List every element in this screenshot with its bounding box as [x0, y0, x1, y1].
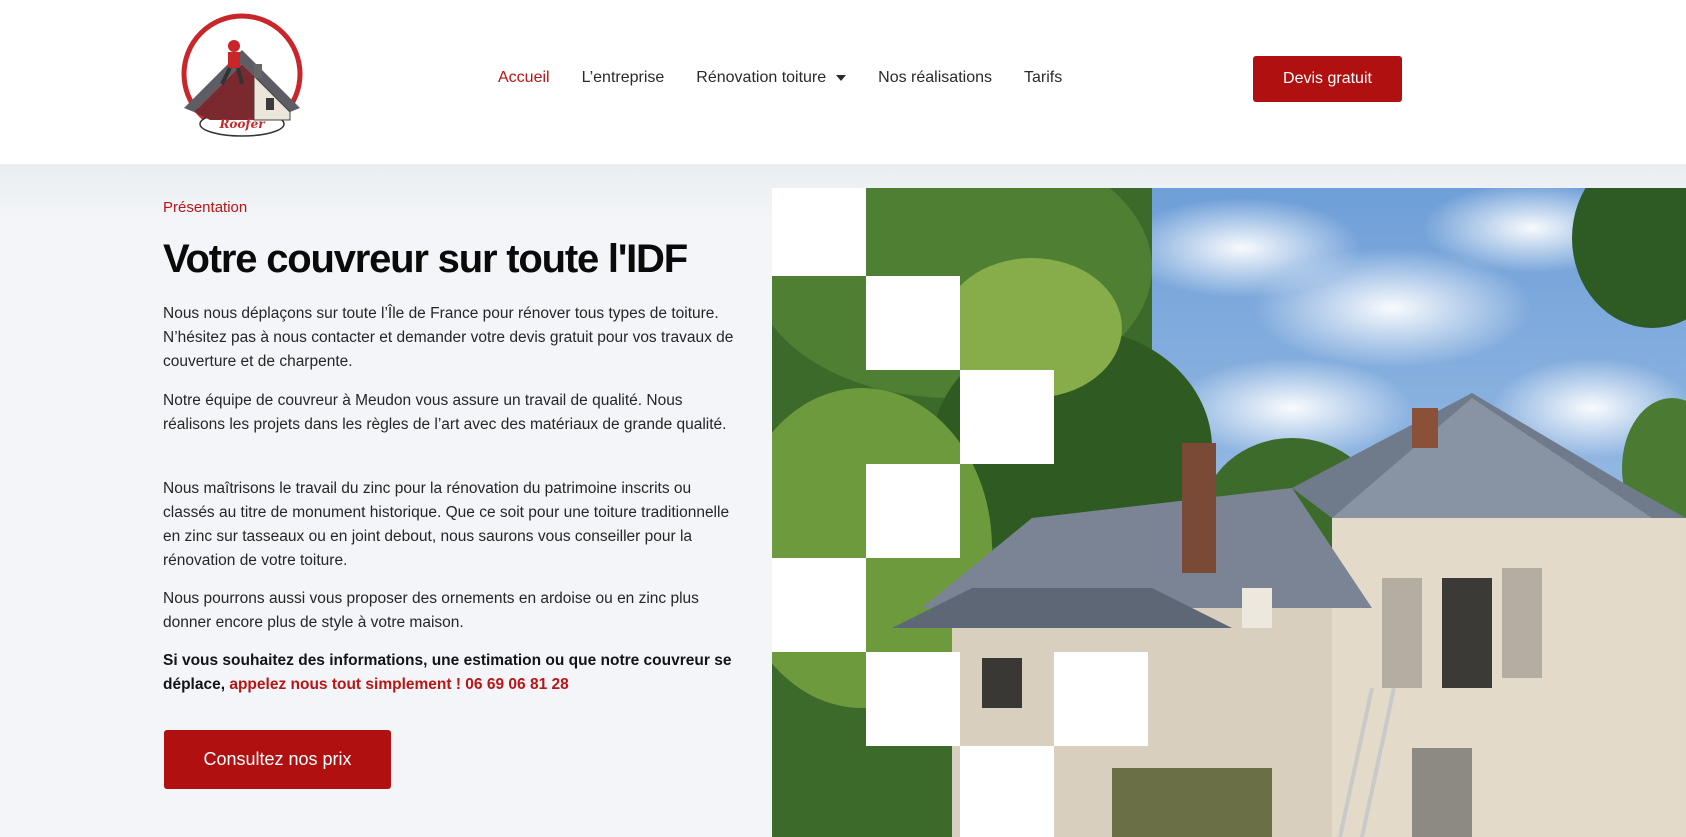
logo-text: Roofer [218, 117, 266, 131]
roofer-logo[interactable]: Roofer [170, 12, 314, 142]
intro-paragraph: Nous nous déplaçons sur toute l’Île de F… [163, 305, 734, 370]
ornaments-paragraph: Nous pourrons aussi vous proposer des or… [163, 590, 699, 631]
nav-item-realisations[interactable]: Nos réalisations [878, 69, 992, 87]
hero-image [772, 188, 1686, 837]
zinc-paragraph: Nous maîtrisons le travail du zinc pour … [163, 480, 730, 569]
nav-item-accueil[interactable]: Accueil [498, 69, 550, 87]
nav-item-entreprise[interactable]: L’entreprise [582, 69, 665, 87]
chevron-down-icon [836, 75, 847, 81]
nav-item-renovation-toiture[interactable]: Rénovation toiture [696, 69, 847, 87]
contact-paragraph: Si vous souhaitez des informations, une … [163, 649, 738, 697]
nav-label: L’entreprise [581, 69, 665, 86]
phone-link[interactable]: appelez nous tout simplement ! 06 69 06 … [229, 676, 568, 693]
nav-label: Rénovation toiture [696, 69, 827, 86]
site-header: Roofer Accueil L’entreprise Rénovation t… [0, 0, 1686, 164]
nav-label: Accueil [498, 69, 550, 86]
main-nav: Accueil L’entreprise Rénovation toiture … [498, 66, 1094, 90]
nav-item-tarifs[interactable]: Tarifs [1024, 69, 1062, 87]
section-eyebrow: Présentation [163, 199, 248, 216]
devis-gratuit-button[interactable]: Devis gratuit [1253, 56, 1402, 102]
nav-label: Nos réalisations [878, 69, 992, 86]
quality-paragraph: Notre équipe de couvreur à Meudon vous a… [163, 392, 727, 433]
nav-label: Tarifs [1023, 69, 1063, 86]
consultez-prix-button[interactable]: Consultez nos prix [164, 730, 391, 789]
roofer-logo-icon: Roofer [181, 13, 303, 137]
house-with-slate-roof-photo [772, 188, 1686, 837]
page-title: Votre couvreur sur toute l'IDF [163, 237, 688, 281]
